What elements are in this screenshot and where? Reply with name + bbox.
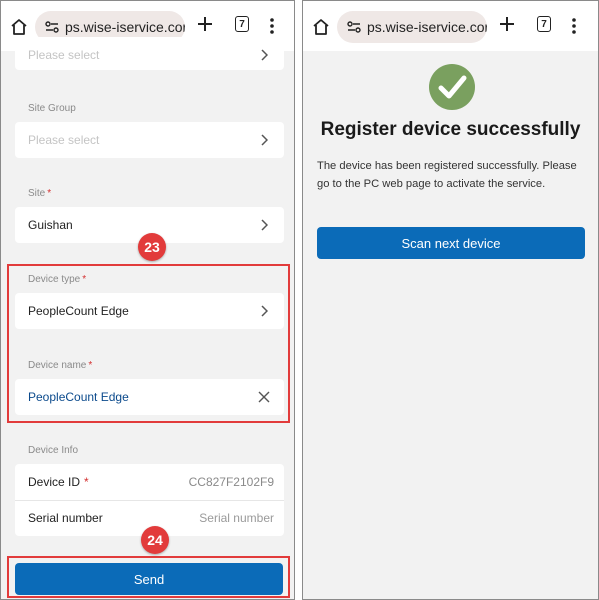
tab-switcher-button[interactable]: 7 <box>537 16 551 32</box>
highlight-box-send <box>7 556 290 598</box>
site-settings-icon[interactable] <box>347 20 361 34</box>
chevron-right-icon <box>261 49 268 61</box>
chevron-right-icon <box>261 219 268 231</box>
success-message: The device has been registered successfu… <box>317 160 577 190</box>
step-badge-24: 24 <box>141 526 169 554</box>
new-tab-icon[interactable] <box>196 15 214 33</box>
device-info-card: Device ID * CC827F2102F9 Serial number Se… <box>15 464 284 536</box>
top-select-field[interactable]: Please select <box>15 37 284 70</box>
scan-next-device-button[interactable]: Scan next device <box>317 227 585 259</box>
success-title: Register device successfully <box>320 119 581 140</box>
left-phone-screen: ps.wise-iservice.com 7 Please select Sit… <box>0 0 295 600</box>
url-text: ps.wise-iservice.com <box>367 19 487 35</box>
new-tab-icon[interactable] <box>498 15 516 33</box>
step-badge-23: 23 <box>138 233 166 261</box>
site-settings-icon[interactable] <box>45 20 59 34</box>
right-phone-screen: ps.wise-iservice.com 7 Register device s… <box>302 0 599 600</box>
home-icon[interactable] <box>9 17 29 37</box>
home-icon[interactable] <box>311 17 331 37</box>
site-group-label: Site Group <box>28 103 76 114</box>
site-group-select[interactable]: Please select <box>15 122 284 158</box>
browser-toolbar: ps.wise-iservice.com 7 <box>303 1 598 51</box>
address-bar[interactable]: ps.wise-iservice.com <box>337 11 487 43</box>
divider <box>15 500 284 501</box>
site-label: Site * <box>28 188 52 199</box>
site-group-placeholder: Please select <box>28 133 100 147</box>
url-text: ps.wise-iservice.com <box>65 19 185 35</box>
top-select-placeholder: Please select <box>28 48 100 62</box>
tab-switcher-button[interactable]: 7 <box>235 16 249 32</box>
device-id-label: Device ID * <box>28 475 89 489</box>
serial-number-input[interactable]: Serial number <box>199 511 274 525</box>
chevron-right-icon <box>261 134 268 146</box>
highlight-box-device-fields <box>7 264 290 423</box>
more-menu-icon[interactable] <box>269 17 275 35</box>
site-value: Guishan <box>28 218 73 232</box>
device-info-label: Device Info <box>28 445 79 456</box>
more-menu-icon[interactable] <box>571 17 577 35</box>
serial-number-label: Serial number <box>28 511 103 525</box>
device-id-value: CC827F2102F9 <box>188 475 274 489</box>
success-check-icon <box>429 64 475 110</box>
